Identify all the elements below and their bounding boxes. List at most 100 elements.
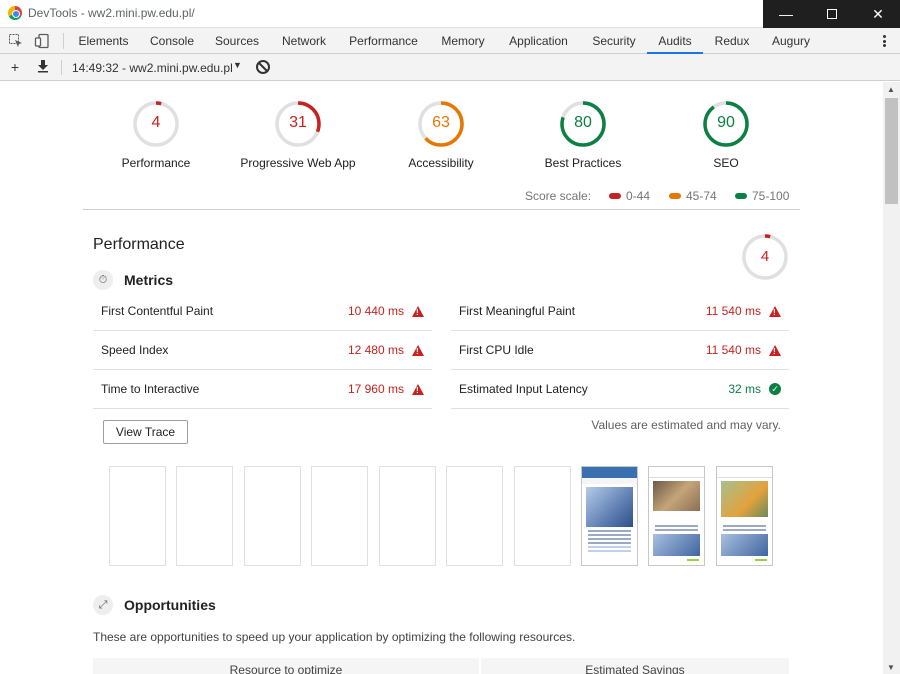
device-toolbar-icon[interactable]: [34, 33, 50, 49]
metric-value: 11 540 ms: [705, 304, 761, 318]
metric-name: First CPU Idle: [459, 343, 534, 357]
performance-section-title: Performance: [93, 236, 185, 253]
toolbar-separator: [61, 60, 62, 75]
score-range-high-swatch: [735, 193, 747, 199]
gauge-score-value: 31: [289, 114, 307, 131]
window-title: DevTools - ww2.mini.pw.edu.pl/: [28, 6, 195, 20]
column-header-savings: Estimated Savings: [481, 658, 789, 674]
score-range-low-swatch: [609, 193, 621, 199]
score-scale-label: Score scale:: [525, 189, 592, 203]
filmstrip-frame: [514, 466, 571, 566]
score-gauge-best-practices[interactable]: 80 Best Practices: [545, 99, 621, 170]
metric-name: Estimated Input Latency: [459, 382, 588, 396]
metric-estimated-input-latency: Estimated Input Latency 32 ms ✓: [451, 370, 789, 409]
performance-score-gauge: 4: [741, 233, 789, 281]
gauge-label: Progressive Web App: [240, 156, 356, 170]
tab-application[interactable]: Application: [501, 28, 576, 54]
metric-name: Speed Index: [101, 343, 169, 357]
scrollbar-thumb[interactable]: [885, 98, 898, 204]
report-selector[interactable]: 14:49:32 - ww2.mini.pw.edu.pl: [72, 61, 233, 75]
new-audit-icon[interactable]: +: [8, 59, 22, 75]
metric-name: First Contentful Paint: [101, 304, 214, 318]
opportunity-icon: ⤢: [93, 595, 113, 615]
metric-time-to-interactive: Time to Interactive 17 960 ms: [93, 370, 432, 409]
tab-network[interactable]: Network: [273, 28, 335, 54]
column-header-resource: Resource to optimize: [93, 658, 479, 674]
filmstrip-frame: [109, 466, 166, 566]
filmstrip-frame: [379, 466, 436, 566]
score-range-high: 75-100: [735, 189, 789, 203]
metric-value: 32 ms: [728, 382, 761, 396]
score-range-mid-swatch: [669, 193, 681, 199]
tab-security[interactable]: Security: [585, 28, 643, 54]
summary-divider: [83, 209, 800, 210]
report-dropdown-icon[interactable]: ▼: [233, 60, 242, 70]
score-range-mid: 45-74: [669, 189, 717, 203]
score-gauge-progressive-web-app[interactable]: 31 Progressive Web App: [240, 99, 356, 170]
fail-warning-icon: [769, 345, 781, 356]
devtools-tabbar: Elements Console Sources Network Performance…: [0, 28, 900, 54]
stopwatch-icon: ⏱: [93, 270, 113, 290]
tab-audits[interactable]: Audits: [647, 28, 703, 54]
filmstrip-frame: [446, 466, 503, 566]
scroll-down-icon[interactable]: ▼: [887, 663, 895, 672]
metric-name: Time to Interactive: [101, 382, 200, 396]
clear-reports-icon[interactable]: [256, 60, 270, 74]
maximize-icon: [827, 9, 837, 19]
fail-warning-icon: [412, 345, 424, 356]
gauge-label: Accessibility: [408, 156, 474, 170]
filmstrip-frame-page: [716, 466, 773, 566]
tabbar-separator: [63, 33, 64, 49]
minimize-icon: —: [779, 6, 793, 22]
score-gauge-performance[interactable]: 4 Performance: [122, 99, 190, 170]
more-options-icon[interactable]: [878, 33, 890, 49]
tab-elements[interactable]: Elements: [70, 28, 137, 54]
filmstrip-frame-page: [581, 466, 638, 566]
view-trace-button[interactable]: View Trace: [103, 420, 188, 444]
opportunities-title: Opportunities: [124, 597, 216, 613]
vertical-scrollbar[interactable]: ▲ ▼: [883, 82, 900, 674]
metric-name: First Meaningful Paint: [459, 304, 576, 318]
close-icon: ✕: [872, 5, 884, 22]
gauge-label: Performance: [121, 156, 191, 170]
metric-first-cpu-idle: First CPU Idle 11 540 ms: [451, 331, 789, 370]
inspect-element-icon[interactable]: [8, 33, 24, 49]
fail-warning-icon: [412, 384, 424, 395]
chrome-logo-icon: [8, 6, 22, 20]
tab-sources[interactable]: Sources: [207, 28, 267, 54]
metric-first-contentful-paint: First Contentful Paint 10 440 ms: [93, 292, 432, 331]
gauge-score-value: 90: [717, 114, 735, 131]
gauge-score-value: 80: [574, 114, 592, 131]
metric-value: 11 540 ms: [705, 343, 761, 357]
tab-redux[interactable]: Redux: [709, 28, 755, 54]
gauge-label: SEO: [713, 156, 739, 170]
scroll-up-icon[interactable]: ▲: [887, 85, 895, 94]
performance-score-value: 4: [760, 248, 770, 265]
metric-value: 12 480 ms: [347, 343, 404, 357]
maximize-button[interactable]: [809, 0, 855, 28]
metric-value: 10 440 ms: [347, 304, 404, 318]
score-range-low: 0-44: [609, 189, 650, 203]
tab-performance[interactable]: Performance: [339, 28, 428, 54]
filmstrip-frame: [244, 466, 301, 566]
fail-warning-icon: [412, 306, 424, 317]
filmstrip-frame: [311, 466, 368, 566]
filmstrip-frame-page: [648, 466, 705, 566]
gauge-label: Best Practices: [544, 156, 622, 170]
fail-warning-icon: [769, 306, 781, 317]
metric-value: 17 960 ms: [347, 382, 404, 396]
audits-toolbar: + 14:49:32 - ww2.mini.pw.edu.pl ▼: [0, 54, 900, 81]
close-window-button[interactable]: ✕: [855, 0, 900, 28]
score-gauge-seo[interactable]: 90 SEO: [701, 99, 751, 170]
tab-console[interactable]: Console: [140, 28, 204, 54]
opportunities-description: These are opportunities to speed up your…: [93, 630, 576, 644]
metric-first-meaningful-paint: First Meaningful Paint 11 540 ms: [451, 292, 789, 331]
tab-augury[interactable]: Augury: [763, 28, 819, 54]
tab-memory[interactable]: Memory: [433, 28, 493, 54]
download-report-icon[interactable]: [36, 59, 50, 76]
score-gauge-accessibility[interactable]: 63 Accessibility: [408, 99, 474, 170]
minimize-button[interactable]: —: [763, 0, 809, 28]
estimate-note: Values are estimated and may vary.: [591, 418, 781, 432]
pass-check-icon: ✓: [769, 383, 781, 395]
filmstrip-frame: [176, 466, 233, 566]
